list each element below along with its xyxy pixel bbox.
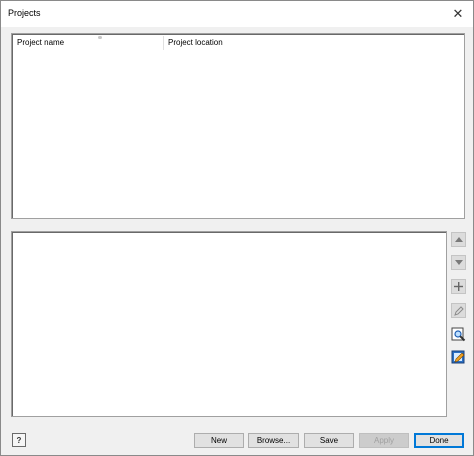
search-browse-icon [451, 327, 466, 342]
project-details-panel[interactable] [11, 231, 447, 417]
browse-button[interactable]: Browse... [248, 433, 299, 448]
add-button[interactable] [451, 279, 466, 294]
help-icon: ? [16, 435, 22, 445]
column-header-project-location[interactable]: Project location [164, 36, 462, 50]
close-icon: ✕ [452, 6, 464, 21]
move-down-button[interactable] [451, 255, 466, 270]
apply-button[interactable]: Apply [359, 433, 409, 448]
title-bar: Projects ✕ [1, 1, 473, 27]
add-icon [454, 282, 463, 291]
projects-dialog: Projects ✕ Project name Project location [0, 0, 474, 456]
edit-properties-button[interactable] [451, 350, 466, 365]
browse-search-button[interactable] [451, 327, 466, 342]
window-title: Projects [8, 8, 41, 18]
column-header-project-name[interactable]: Project name [14, 36, 164, 50]
move-down-icon [454, 260, 463, 265]
close-button[interactable]: ✕ [443, 1, 473, 27]
move-up-icon [454, 237, 463, 242]
project-list-table[interactable]: Project name Project location [11, 33, 465, 219]
move-up-button[interactable] [451, 232, 466, 247]
help-button[interactable]: ? [12, 433, 26, 447]
new-button[interactable]: New [194, 433, 244, 448]
edit-properties-icon [451, 350, 465, 364]
done-button[interactable]: Done [414, 433, 464, 448]
save-button[interactable]: Save [304, 433, 354, 448]
table-header: Project name Project location [14, 36, 462, 50]
sort-indicator-icon [98, 36, 102, 39]
edit-button[interactable] [451, 303, 466, 318]
edit-pencil-icon [453, 305, 464, 316]
